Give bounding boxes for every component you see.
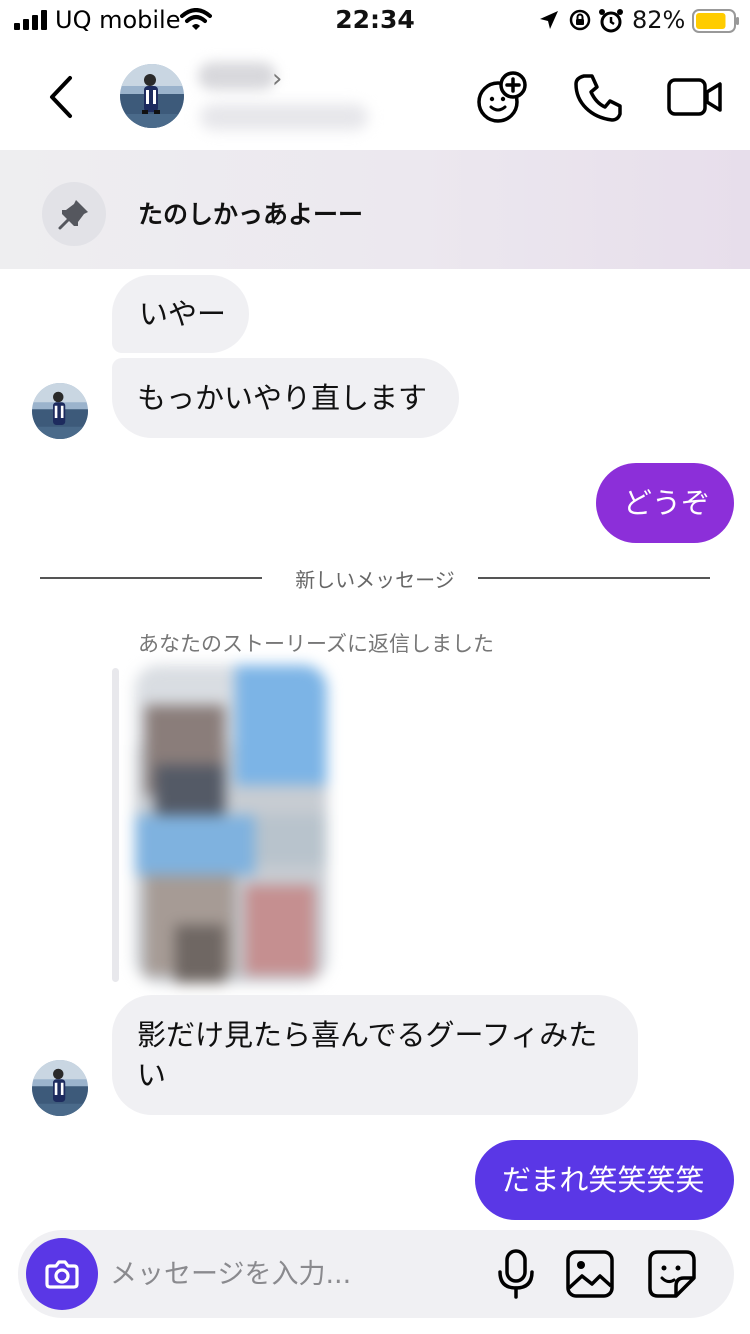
- incoming-message[interactable]: いやー: [112, 275, 249, 353]
- phone-icon[interactable]: [572, 70, 626, 124]
- back-chevron-icon[interactable]: [40, 72, 84, 122]
- chevron-right-icon[interactable]: ›: [272, 64, 282, 94]
- microphone-icon[interactable]: [494, 1248, 538, 1300]
- battery-icon: [692, 9, 739, 33]
- effects-smiley-plus-icon[interactable]: [474, 70, 530, 126]
- incoming-message[interactable]: 影だけ見たら喜んでるグーフィみたい: [112, 995, 638, 1115]
- outgoing-message[interactable]: どうぞ: [596, 463, 734, 543]
- sender-avatar[interactable]: [32, 1060, 88, 1116]
- battery-percent: 82%: [632, 6, 686, 34]
- pin-badge: [42, 182, 106, 246]
- sticker-icon[interactable]: [646, 1248, 698, 1300]
- message-composer: [18, 1230, 734, 1318]
- story-reply-bar: [112, 668, 119, 982]
- orientation-lock-icon: [569, 9, 591, 31]
- divider-line-right: [478, 577, 710, 579]
- chat-header: ›: [0, 42, 750, 150]
- pin-icon: [58, 200, 88, 230]
- alarm-icon: [599, 9, 623, 33]
- contact-name-blurred[interactable]: [198, 62, 276, 90]
- pinned-message-text: たのしかっあよーー: [138, 200, 364, 229]
- camera-icon: [45, 1260, 79, 1289]
- contact-avatar[interactable]: [120, 64, 184, 128]
- message-input[interactable]: [110, 1250, 480, 1298]
- new-messages-divider: 新しいメッセージ: [295, 568, 455, 592]
- location-arrow-icon: [540, 11, 558, 29]
- camera-button[interactable]: [26, 1238, 98, 1310]
- story-reply-label: あなたのストーリーズに返信しました: [138, 632, 494, 656]
- pinned-message-banner[interactable]: たのしかっあよーー: [0, 150, 750, 269]
- sender-avatar[interactable]: [32, 383, 88, 439]
- contact-status-blurred: [200, 104, 368, 130]
- video-camera-icon[interactable]: [666, 70, 724, 124]
- story-thumbnail-blurred[interactable]: [135, 665, 327, 983]
- status-bar: UQ mobile 22:34 82%: [0, 0, 750, 42]
- divider-line-left: [40, 577, 262, 579]
- gallery-icon[interactable]: [564, 1248, 616, 1300]
- outgoing-message[interactable]: だまれ笑笑笑笑: [475, 1140, 734, 1220]
- incoming-message[interactable]: もっかいやり直します: [112, 358, 459, 438]
